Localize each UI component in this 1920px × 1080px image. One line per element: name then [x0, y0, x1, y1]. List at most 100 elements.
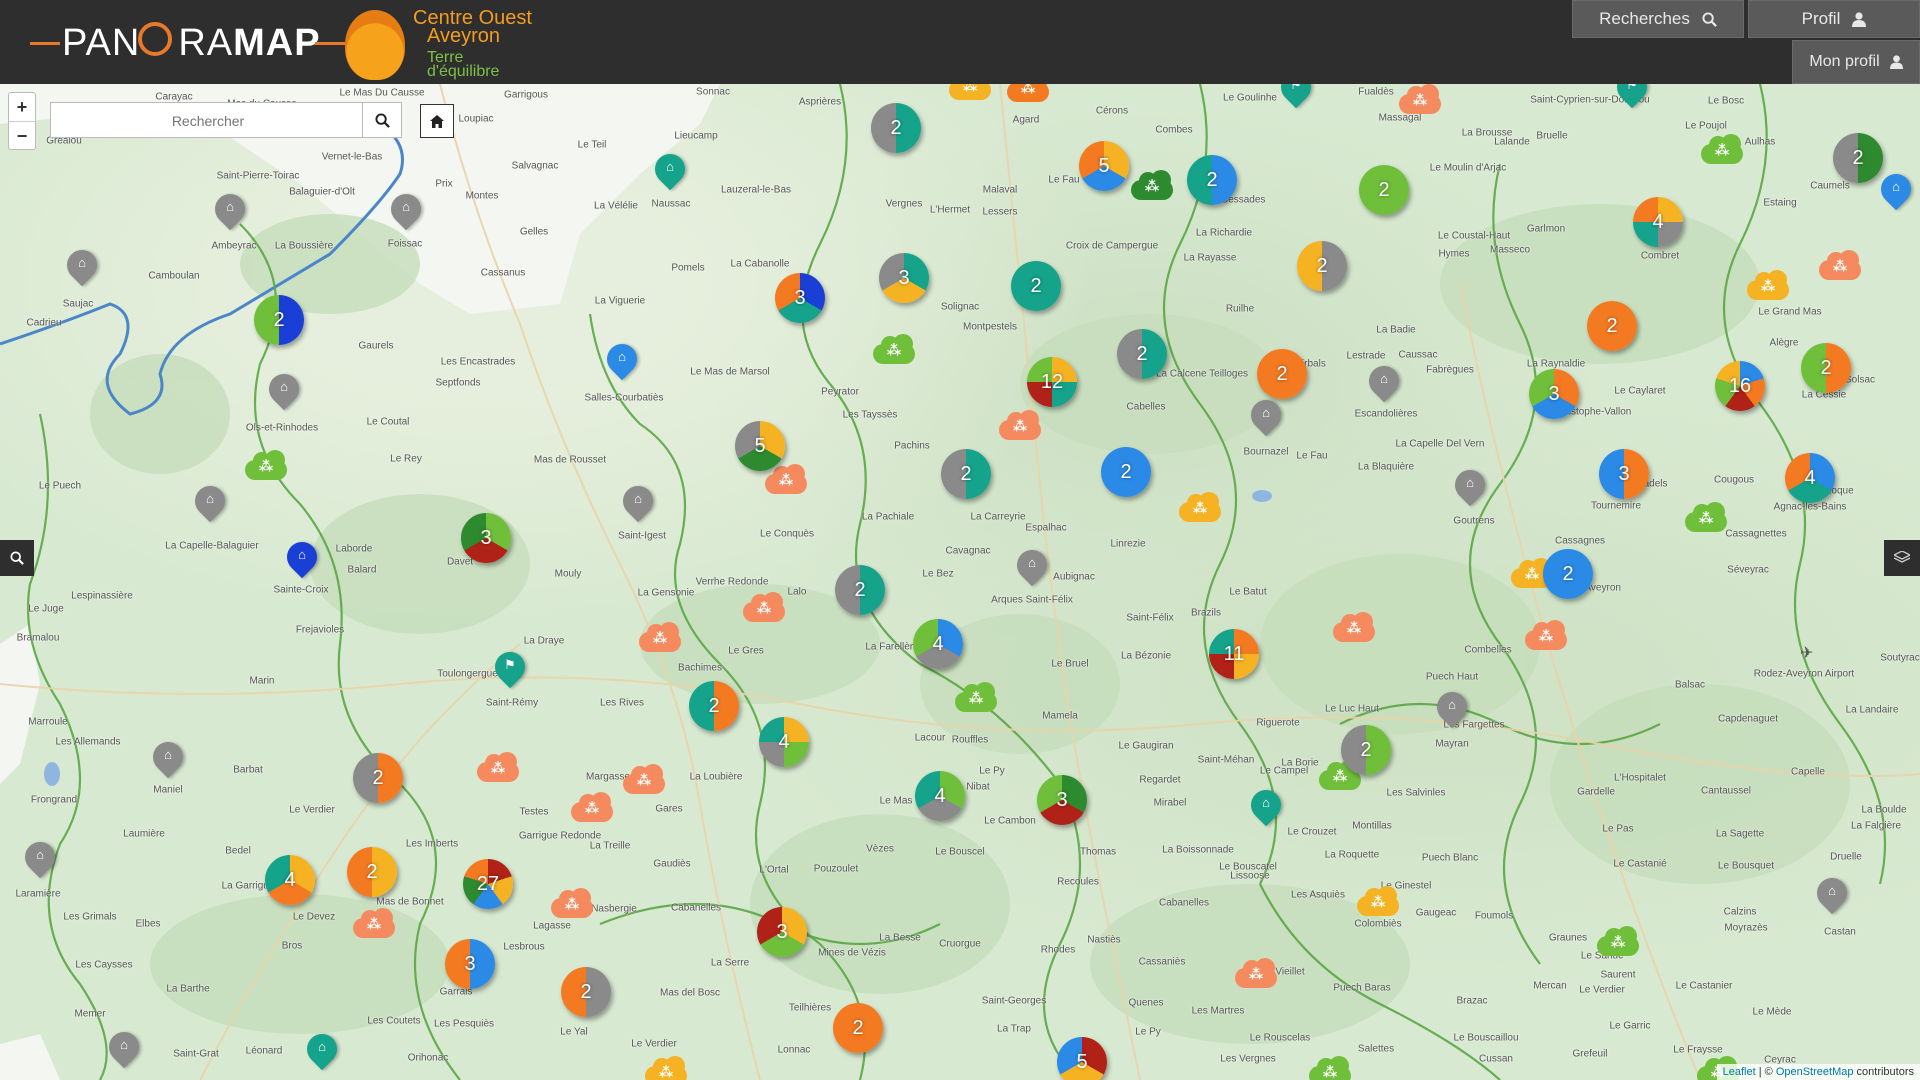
marker-cluster[interactable]: 3	[461, 513, 511, 563]
flag-pin-icon[interactable]: ⚑	[1610, 84, 1654, 112]
marker-cluster[interactable]: 4	[1785, 453, 1835, 503]
marker-cluster[interactable]: 3	[445, 939, 495, 989]
museum-pin-icon[interactable]: ⌂	[1874, 167, 1918, 214]
cloud-marker-icon[interactable]: ⁂	[1005, 84, 1051, 104]
zoom-out-button[interactable]: −	[9, 122, 35, 150]
marker-cluster[interactable]: 27	[463, 859, 513, 909]
cloud-marker-icon[interactable]: ⁂	[947, 84, 993, 102]
marker-cluster[interactable]: 12	[1027, 357, 1077, 407]
museum-pin-icon[interactable]: ⌂	[60, 243, 104, 290]
panoramap-logo[interactable]: PAN RAMAP	[30, 8, 345, 78]
marker-cluster[interactable]: 3	[1599, 449, 1649, 499]
marker-cluster[interactable]: 2	[353, 753, 403, 803]
museum-pin-icon[interactable]: ⌂	[262, 367, 306, 414]
cloud-marker-icon[interactable]: ⁂	[1817, 250, 1863, 282]
cloud-marker-icon[interactable]: ⁂	[1355, 886, 1401, 918]
marker-cluster[interactable]: 2	[1833, 133, 1883, 183]
marker-cluster[interactable]: 2	[1011, 261, 1061, 311]
marker-cluster[interactable]: 2	[561, 967, 611, 1017]
marker-cluster[interactable]: 2	[941, 449, 991, 499]
museum-pin-icon[interactable]: ⌂	[1810, 871, 1854, 918]
zoom-in-button[interactable]: +	[9, 93, 35, 122]
side-search-toggle[interactable]	[0, 540, 34, 576]
map-canvas[interactable]: ✈ CarayacMas du CausseLe Mas Du CausseGa…	[0, 84, 1920, 1080]
marker-cluster[interactable]: 4	[265, 855, 315, 905]
marker-cluster[interactable]: 2	[347, 847, 397, 897]
marker-cluster[interactable]: 2	[1587, 301, 1637, 351]
cloud-marker-icon[interactable]: ⁂	[549, 888, 595, 920]
museum-pin-icon[interactable]: ⌂	[300, 1027, 344, 1074]
cloud-marker-icon[interactable]: ⁂	[1177, 492, 1223, 524]
cloud-marker-icon[interactable]: ⁂	[1307, 1056, 1353, 1080]
marker-cluster[interactable]: 16	[1715, 361, 1765, 411]
cloud-marker-icon[interactable]: ⁂	[1595, 926, 1641, 958]
museum-pin-icon[interactable]: ⌂	[18, 835, 62, 882]
marker-cluster[interactable]: 2	[833, 1003, 883, 1053]
marker-cluster[interactable]: 2	[1187, 155, 1237, 205]
marker-cluster[interactable]: 2	[1801, 343, 1851, 393]
marker-cluster[interactable]: 11	[1209, 629, 1259, 679]
cloud-marker-icon[interactable]: ⁂	[243, 450, 289, 482]
museum-pin-icon[interactable]: ⌂	[208, 187, 252, 234]
marker-cluster[interactable]: 2	[1359, 165, 1409, 215]
my-profile-button[interactable]: Mon profil	[1792, 40, 1920, 84]
cloud-marker-icon[interactable]: ⁂	[569, 792, 615, 824]
cloud-marker-icon[interactable]: ⁂	[1129, 170, 1175, 202]
cloud-marker-icon[interactable]: ⁂	[953, 682, 999, 714]
flag-pin-icon[interactable]: ⚑	[488, 645, 532, 692]
marker-cluster[interactable]: 5	[735, 421, 785, 471]
marker-cluster[interactable]: 5	[1079, 141, 1129, 191]
marker-cluster[interactable]: 3	[1037, 775, 1087, 825]
layers-toggle[interactable]	[1884, 540, 1920, 576]
home-button[interactable]	[420, 104, 454, 138]
cloud-marker-icon[interactable]: ⁂	[1699, 134, 1745, 166]
marker-cluster[interactable]: 4	[759, 717, 809, 767]
cloud-marker-icon[interactable]: ⁂	[1683, 502, 1729, 534]
marker-cluster[interactable]: 3	[1529, 369, 1579, 419]
museum-pin-icon[interactable]: ⌂	[146, 735, 190, 782]
profile-button[interactable]: Profil	[1748, 0, 1920, 38]
marker-cluster[interactable]: 2	[1101, 447, 1151, 497]
museum-pin-icon[interactable]: ⌂	[280, 535, 324, 582]
marker-cluster[interactable]: 4	[913, 619, 963, 669]
museum-pin-icon[interactable]: ⌂	[102, 1025, 146, 1072]
museum-pin-icon[interactable]: ⌂	[1448, 463, 1492, 510]
museum-pin-icon[interactable]: ⌂	[384, 187, 428, 234]
osm-link[interactable]: OpenStreetMap	[1776, 1066, 1854, 1078]
museum-pin-icon[interactable]: ⌂	[1430, 685, 1474, 732]
marker-cluster[interactable]: 4	[915, 771, 965, 821]
cloud-marker-icon[interactable]: ⁂	[1745, 270, 1791, 302]
cloud-marker-icon[interactable]: ⁂	[643, 1056, 689, 1080]
museum-pin-icon[interactable]: ⌂	[1362, 359, 1406, 406]
marker-cluster[interactable]: 2	[871, 103, 921, 153]
leaflet-link[interactable]: Leaflet	[1723, 1066, 1756, 1078]
cloud-marker-icon[interactable]: ⁂	[1233, 958, 1279, 990]
marker-cluster[interactable]: 2	[1543, 549, 1593, 599]
marker-cluster[interactable]: 2	[1117, 329, 1167, 379]
marker-cluster[interactable]: 4	[1633, 197, 1683, 247]
marker-cluster[interactable]: 2	[1257, 349, 1307, 399]
marker-cluster[interactable]: 2	[254, 295, 304, 345]
marker-cluster[interactable]: 2	[835, 565, 885, 615]
cloud-marker-icon[interactable]: ⁂	[871, 334, 917, 366]
marker-cluster[interactable]: 3	[879, 253, 929, 303]
cloud-marker-icon[interactable]: ⁂	[621, 764, 667, 796]
marker-cluster[interactable]: 2	[1341, 725, 1391, 775]
cloud-marker-icon[interactable]: ⁂	[475, 752, 521, 784]
cloud-marker-icon[interactable]: ⁂	[741, 592, 787, 624]
search-button[interactable]	[362, 102, 402, 138]
museum-pin-icon[interactable]: ⌂	[1244, 393, 1288, 440]
museum-pin-icon[interactable]: ⌂	[616, 479, 660, 526]
cloud-marker-icon[interactable]: ⁂	[1331, 612, 1377, 644]
cloud-marker-icon[interactable]: ⁂	[1397, 84, 1443, 116]
marker-cluster[interactable]: 2	[689, 681, 739, 731]
searches-button[interactable]: Recherches	[1572, 0, 1744, 38]
flag-pin-icon[interactable]: ⚑	[1274, 84, 1318, 112]
cloud-marker-icon[interactable]: ⁂	[997, 410, 1043, 442]
museum-pin-icon[interactable]: ⌂	[1244, 783, 1288, 830]
marker-cluster[interactable]: 5	[1057, 1037, 1107, 1080]
search-input[interactable]	[51, 103, 365, 139]
cloud-marker-icon[interactable]: ⁂	[1523, 620, 1569, 652]
marker-cluster[interactable]: 3	[757, 907, 807, 957]
museum-pin-icon[interactable]: ⌂	[648, 147, 692, 194]
